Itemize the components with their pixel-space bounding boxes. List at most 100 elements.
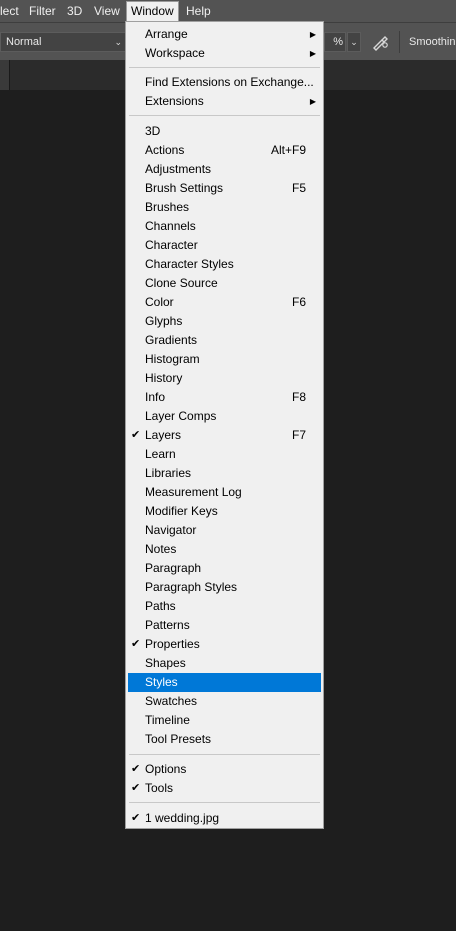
opacity-dropdown[interactable]: ⌄ [347,32,361,52]
menu-item-label: Info [145,390,166,404]
menu-item-glyphs[interactable]: Glyphs [128,312,321,331]
menu-item-label: Paragraph [145,561,202,575]
menu-item-gradients[interactable]: Gradients [128,331,321,350]
chevron-down-icon: ⌄ [350,37,358,47]
menu-item-document[interactable]: ✔ 1 wedding.jpg [128,809,321,828]
menu-item-timeline[interactable]: Timeline [128,711,321,730]
menu-item-label: 3D [145,124,161,138]
menu-item-adjustments[interactable]: Adjustments [128,160,321,179]
menu-item-tool-presets[interactable]: Tool Presets [128,730,321,749]
menu-item-label: Workspace [145,46,205,60]
menu-item-label: Learn [145,447,176,461]
menu-item-shapes[interactable]: Shapes [128,654,321,673]
menu-item-label: Swatches [145,694,198,708]
menu-view[interactable]: View [94,0,120,22]
document-tab[interactable] [0,60,10,90]
menu-item-extensions[interactable]: Extensions ▶ [128,92,321,111]
checkmark-icon: ✔ [131,429,141,441]
menu-item-channels[interactable]: Channels [128,217,321,236]
menu-item-label: Character [145,238,198,252]
menu-item-label: Layers [145,428,182,442]
menu-item-paths[interactable]: Paths [128,597,321,616]
menu-item-styles[interactable]: Styles [128,673,321,692]
menu-item-label: Color [145,295,174,309]
menu-item-workspace[interactable]: Workspace ▶ [128,44,321,63]
menu-separator [129,67,320,68]
menu-item-paragraph-styles[interactable]: Paragraph Styles [128,578,321,597]
menu-item-label: Paragraph Styles [145,580,238,594]
menu-item-character[interactable]: Character [128,236,321,255]
menu-item-label: Navigator [145,523,197,537]
checkmark-icon: ✔ [131,782,141,794]
submenu-arrow-icon: ▶ [309,97,316,106]
menu-filter[interactable]: Filter [29,0,56,22]
menu-item-paragraph[interactable]: Paragraph [128,559,321,578]
menu-window[interactable]: Window [126,1,179,22]
menu-item-libraries[interactable]: Libraries [128,464,321,483]
menu-item-label: Styles [145,675,178,689]
checkmark-icon: ✔ [131,638,141,650]
toolbar-divider [399,31,400,53]
menu-bar: lect Filter 3D View Window Help [0,0,456,22]
menu-3d[interactable]: 3D [67,0,82,22]
chevron-down-icon: ⌄ [114,37,122,47]
menu-item-color[interactable]: Color F6 [128,293,321,312]
menu-item-histogram[interactable]: Histogram [128,350,321,369]
blend-mode-select[interactable]: Normal ⌄ [0,32,126,52]
menu-item-label: Character Styles [145,257,234,271]
menu-help[interactable]: Help [186,0,211,22]
menu-item-options[interactable]: ✔ Options [128,760,321,779]
menu-item-label: Patterns [145,618,190,632]
menu-item-learn[interactable]: Learn [128,445,321,464]
menu-item-layers[interactable]: ✔ Layers F7 [128,426,321,445]
menu-select[interactable]: lect [0,0,19,22]
menu-item-brushes[interactable]: Brushes [128,198,321,217]
submenu-arrow-icon: ▶ [309,49,316,58]
menu-item-label: Tool Presets [145,732,212,746]
menu-item-tools[interactable]: ✔ Tools [128,779,321,798]
menu-item-label: Brush Settings [145,181,224,195]
menu-item-measurement-log[interactable]: Measurement Log [128,483,321,502]
menu-item-label: Adjustments [145,162,212,176]
checkmark-icon: ✔ [131,763,141,775]
menu-item-actions[interactable]: Actions Alt+F9 [128,141,321,160]
menu-item-label: Find Extensions on Exchange... [145,75,314,89]
checkmark-icon: ✔ [131,812,141,824]
menu-item-shortcut: F5 [291,181,306,195]
menu-item-history[interactable]: History [128,369,321,388]
menu-item-properties[interactable]: ✔ Properties [128,635,321,654]
menu-item-label: Properties [145,637,200,651]
menu-item-notes[interactable]: Notes [128,540,321,559]
menu-separator [129,802,320,803]
menu-item-arrange[interactable]: Arrange ▶ [128,25,321,44]
pressure-pen-icon[interactable] [370,32,390,52]
menu-item-3d[interactable]: 3D [128,122,321,141]
opacity-field[interactable]: % [324,32,346,52]
menu-item-label: History [145,371,183,385]
menu-item-navigator[interactable]: Navigator [128,521,321,540]
menu-item-label: Shapes [145,656,186,670]
menu-item-label: Libraries [145,466,192,480]
menu-item-label: Tools [145,781,174,795]
menu-item-label: Modifier Keys [145,504,218,518]
menu-separator [129,115,320,116]
menu-item-label: Options [145,762,187,776]
menu-item-label: Gradients [145,333,198,347]
menu-item-shortcut: F6 [291,295,306,309]
menu-item-label: Histogram [145,352,200,366]
menu-item-label: Layer Comps [145,409,217,423]
menu-item-brush-settings[interactable]: Brush Settings F5 [128,179,321,198]
menu-item-swatches[interactable]: Swatches [128,692,321,711]
menu-item-layer-comps[interactable]: Layer Comps [128,407,321,426]
menu-item-label: Paths [145,599,176,613]
menu-item-label: Arrange [145,27,188,41]
menu-item-character-styles[interactable]: Character Styles [128,255,321,274]
menu-item-label: Clone Source [145,276,218,290]
menu-item-label: Measurement Log [145,485,242,499]
menu-item-modifier-keys[interactable]: Modifier Keys [128,502,321,521]
menu-item-patterns[interactable]: Patterns [128,616,321,635]
menu-item-info[interactable]: Info F8 [128,388,321,407]
menu-item-find-extensions[interactable]: Find Extensions on Exchange... [128,73,321,92]
menu-item-label: Notes [145,542,177,556]
menu-item-clone-source[interactable]: Clone Source [128,274,321,293]
